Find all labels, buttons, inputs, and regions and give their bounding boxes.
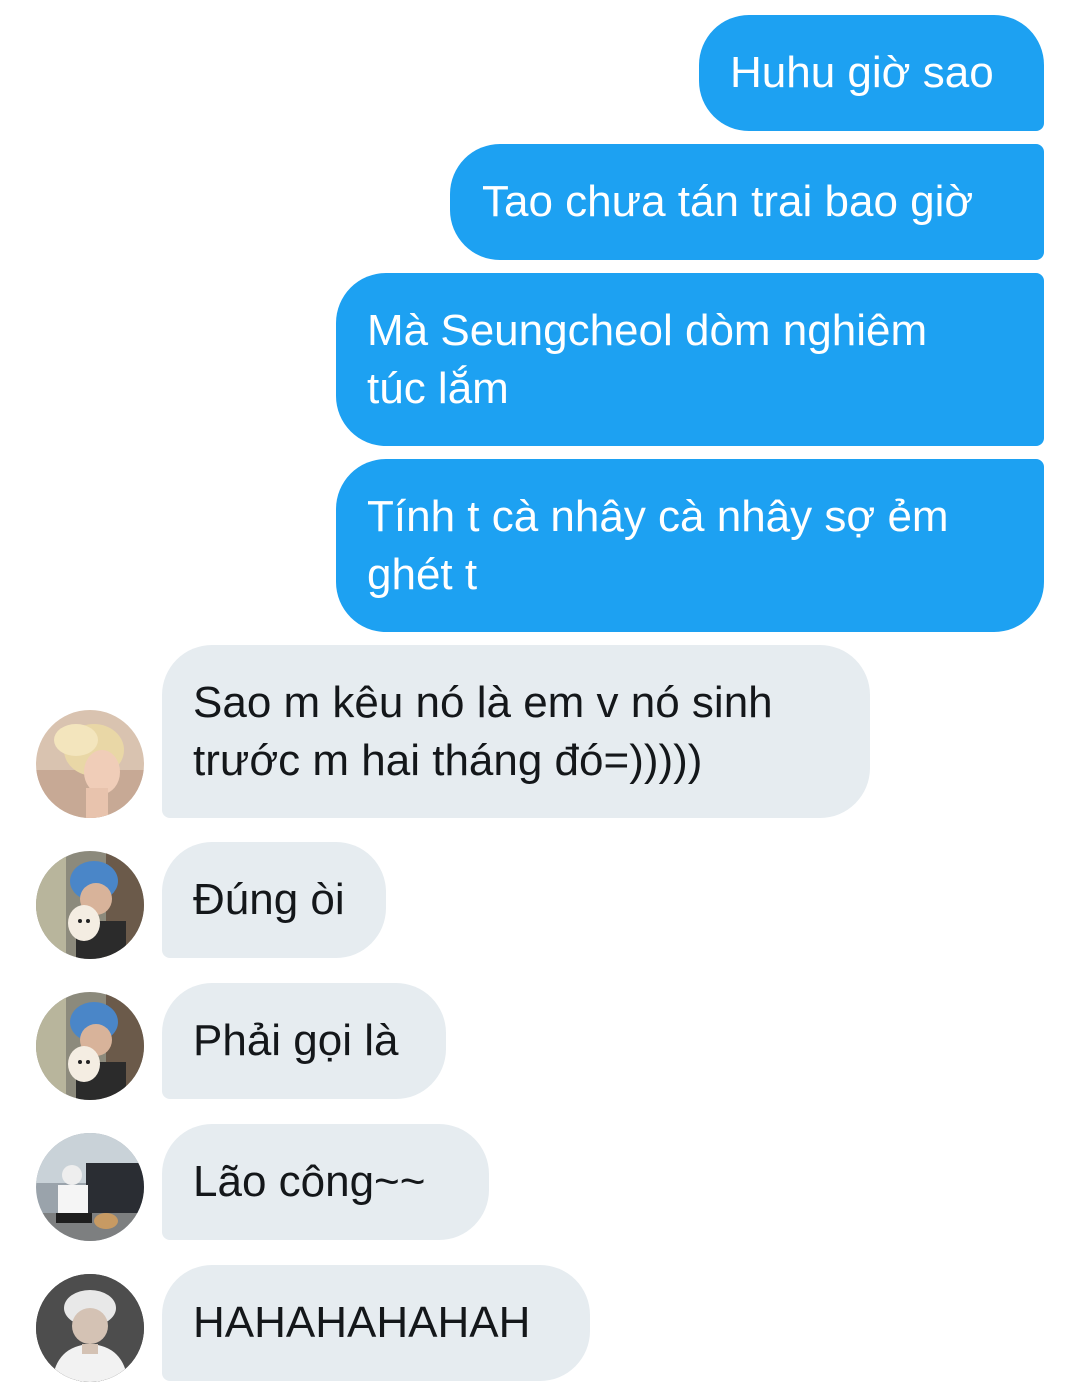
blue-hair-dog-photo	[36, 851, 144, 959]
sent-message-bubble[interactable]: Tao chưa tán trai bao giờ	[450, 144, 1044, 260]
received-message-bubble[interactable]: Sao m kêu nó là em v nó sinh trước m hai…	[162, 645, 870, 818]
sender-avatar-crouching[interactable]	[36, 1133, 144, 1241]
received-message-bubble[interactable]: HAHAHAHAHAH	[162, 1265, 590, 1381]
blue-hair-dog-photo	[36, 992, 144, 1100]
cap-hoodie-photo	[36, 1274, 144, 1382]
crouching-with-dog-photo	[36, 1133, 144, 1241]
received-message-bubble[interactable]: Lão công~~	[162, 1124, 489, 1240]
blonde-profile-photo	[36, 710, 144, 818]
sent-message-bubble[interactable]: Tính t cà nhây cà nhây sợ ẻm ghét t	[336, 459, 1044, 632]
received-message-bubble[interactable]: Đúng òi	[162, 842, 386, 958]
received-message-bubble[interactable]: Phải gọi là	[162, 983, 446, 1099]
sender-avatar-cap-hoodie[interactable]	[36, 1274, 144, 1382]
sender-avatar-blue-hair[interactable]	[36, 992, 144, 1100]
sent-message-bubble[interactable]: Huhu giờ sao	[699, 15, 1044, 131]
sender-avatar-blue-hair[interactable]	[36, 851, 144, 959]
sender-avatar-blonde[interactable]	[36, 710, 144, 818]
sent-message-bubble[interactable]: Mà Seungcheol dòm nghiêm túc lắm	[336, 273, 1044, 446]
